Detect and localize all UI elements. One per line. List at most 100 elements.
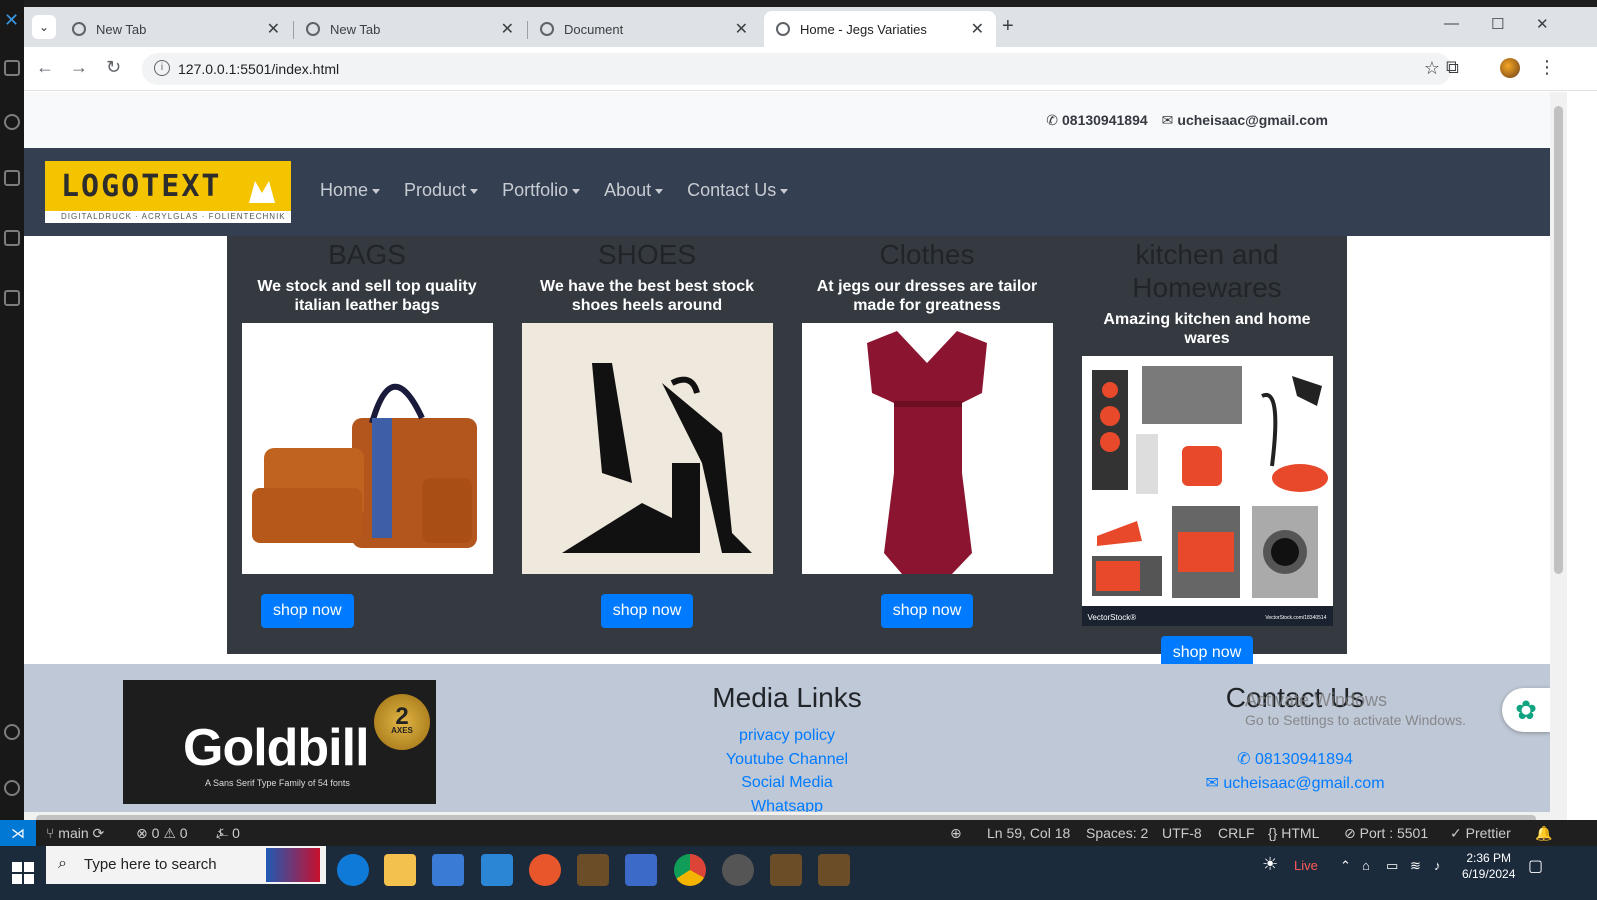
- branch-icon: ⑂: [46, 825, 59, 841]
- nav-home[interactable]: Home: [320, 180, 380, 201]
- tab-home-jegs[interactable]: Home - Jegs Variaties ✕: [764, 11, 996, 47]
- topbar-email[interactable]: ✉ ucheisaac@gmail.com: [1162, 112, 1328, 129]
- encoding[interactable]: UTF-8: [1162, 825, 1202, 841]
- topbar-phone-text: 08130941894: [1062, 112, 1148, 128]
- tab-document[interactable]: Document ✕: [528, 11, 760, 47]
- notifications-bell-icon[interactable]: 🔔: [1535, 825, 1552, 842]
- tab-search-button[interactable]: ⌄: [32, 15, 56, 39]
- close-window-icon[interactable]: ✕: [1536, 15, 1549, 33]
- whatsapp-link[interactable]: Whatsapp: [629, 795, 945, 813]
- indentation[interactable]: Spaces: 2: [1086, 825, 1148, 841]
- tab-close-icon[interactable]: ✕: [735, 19, 748, 39]
- source-control-icon[interactable]: [4, 170, 20, 186]
- live-server-port[interactable]: ⊘ Port : 5501: [1344, 825, 1428, 842]
- settings-icon[interactable]: [722, 854, 754, 886]
- chrome-icon[interactable]: [674, 854, 706, 886]
- profile-avatar[interactable]: [1500, 58, 1520, 78]
- product-desc: At jegs our dresses are tailor made for …: [816, 278, 1038, 314]
- volume-icon[interactable]: ♪: [1434, 858, 1441, 873]
- error-count: 0: [151, 825, 160, 841]
- weather-icon[interactable]: ☀: [1262, 854, 1278, 875]
- url-text[interactable]: 127.0.0.1:5501/index.html: [178, 61, 339, 77]
- nav-about[interactable]: About: [604, 180, 663, 201]
- account-icon[interactable]: [4, 724, 20, 740]
- firefox-icon[interactable]: [529, 854, 561, 886]
- chatgpt-float-icon[interactable]: ✿: [1502, 688, 1550, 732]
- product-card-clothes: Clothes At jegs our dresses are tailor m…: [801, 236, 1053, 628]
- edge-icon[interactable]: [337, 854, 369, 886]
- maximize-icon[interactable]: ☐: [1491, 15, 1504, 33]
- forward-icon[interactable]: →: [70, 57, 88, 78]
- new-tab-button[interactable]: +: [1002, 15, 1014, 38]
- mail-icon[interactable]: [481, 854, 513, 886]
- nav-portfolio[interactable]: Portfolio: [502, 180, 580, 201]
- privacy-policy-link[interactable]: privacy policy: [629, 724, 945, 748]
- extensions-puzzle-icon[interactable]: ⧉: [1446, 57, 1459, 78]
- tab-title: New Tab: [330, 21, 381, 37]
- battery-icon[interactable]: ▭: [1386, 858, 1398, 874]
- zoom-icon[interactable]: ⊕: [950, 825, 962, 842]
- site-info-icon[interactable]: i: [154, 60, 170, 76]
- language-mode[interactable]: {} HTML: [1268, 825, 1319, 841]
- sync-icon[interactable]: ⟳: [93, 825, 105, 841]
- settings-gear-icon[interactable]: [4, 780, 20, 796]
- more-menu-icon[interactable]: ⋮: [1538, 57, 1556, 78]
- search-icon[interactable]: [4, 114, 20, 130]
- product-card-shoes: SHOES We have the best best stock shoes …: [521, 236, 773, 628]
- bookmark-star-icon[interactable]: ☆: [1424, 58, 1440, 79]
- prettier-status[interactable]: ✓ Prettier: [1450, 825, 1511, 842]
- youtube-channel-link[interactable]: Youtube Channel: [629, 748, 945, 772]
- social-media-link[interactable]: Social Media: [629, 771, 945, 795]
- shop-now-button[interactable]: shop now: [600, 594, 694, 628]
- product-desc: Amazing kitchen and home wares: [1103, 311, 1311, 347]
- footer-email-link[interactable]: ✉ ucheisaac@gmail.com: [1137, 772, 1453, 796]
- git-icon[interactable]: [625, 854, 657, 886]
- vscode-icon[interactable]: [577, 854, 609, 886]
- cursor-position[interactable]: Ln 59, Col 18: [987, 825, 1070, 841]
- phone-icon: ✆: [1046, 112, 1058, 128]
- windows-start-icon[interactable]: [12, 862, 34, 884]
- line-endings[interactable]: CRLF: [1218, 825, 1255, 841]
- broadcast-icon: ⍼: [216, 825, 233, 841]
- tab-new-tab-2[interactable]: New Tab ✕: [294, 11, 526, 47]
- store-icon[interactable]: [432, 854, 464, 886]
- tab-close-icon[interactable]: ✕: [501, 19, 514, 39]
- clock-time: 2:36 PM: [1466, 851, 1512, 865]
- minimize-icon[interactable]: —: [1444, 15, 1459, 32]
- power-app-icon[interactable]: [818, 854, 850, 886]
- git-branch[interactable]: ⑂ main ⟳: [46, 825, 104, 842]
- shop-now-button[interactable]: shop now: [880, 594, 974, 628]
- shield-icon[interactable]: [770, 854, 802, 886]
- taskbar-clock[interactable]: 2:36 PM 6/19/2024: [1462, 850, 1515, 882]
- tab-close-icon[interactable]: ✕: [971, 19, 984, 39]
- explorer-icon[interactable]: [4, 60, 20, 76]
- ports-count[interactable]: ⍼ 0: [216, 825, 240, 842]
- shop-now-button[interactable]: shop now: [261, 594, 354, 628]
- address-bar[interactable]: i 127.0.0.1:5501/index.html ☆: [142, 53, 1452, 85]
- action-center-icon[interactable]: ▢: [1528, 856, 1543, 876]
- network-icon[interactable]: ⌂: [1362, 858, 1370, 873]
- scroll-thumb[interactable]: [1554, 106, 1563, 574]
- tab-close-icon[interactable]: ✕: [267, 19, 280, 39]
- tray-chevron-icon[interactable]: ⌃: [1340, 858, 1351, 874]
- problems-count[interactable]: ⊗ 0 ⚠ 0: [136, 825, 188, 842]
- back-icon[interactable]: ←: [36, 57, 54, 78]
- topbar-phone[interactable]: ✆ 08130941894: [1046, 112, 1147, 129]
- live-label[interactable]: Live: [1294, 858, 1318, 873]
- product-title: BAGS: [328, 239, 406, 270]
- footer-phone-link[interactable]: ✆ 08130941894: [1137, 748, 1453, 772]
- file-explorer-icon[interactable]: [384, 854, 416, 886]
- site-logo[interactable]: LOGOTEXT DIGITALDRUCK · ACRYLGLAS · FOLI…: [45, 161, 291, 223]
- tab-new-tab-1[interactable]: New Tab ✕: [60, 11, 292, 47]
- taskbar-search[interactable]: ⌕ Type here to search: [46, 846, 326, 884]
- nav-contact-us[interactable]: Contact Us: [687, 180, 788, 201]
- nav-product[interactable]: Product: [404, 180, 478, 201]
- goldbill-ad-image: Goldbill A Sans Serif Type Family of 54 …: [123, 680, 436, 804]
- vertical-scrollbar[interactable]: [1550, 92, 1567, 812]
- reload-icon[interactable]: ↻: [106, 57, 121, 78]
- main-nav: Home Product Portfolio About Contact Us: [320, 180, 788, 201]
- wifi-icon[interactable]: ≋: [1410, 858, 1421, 874]
- extensions-icon[interactable]: [4, 290, 20, 306]
- remote-icon[interactable]: ⋊: [0, 820, 36, 846]
- run-debug-icon[interactable]: [4, 230, 20, 246]
